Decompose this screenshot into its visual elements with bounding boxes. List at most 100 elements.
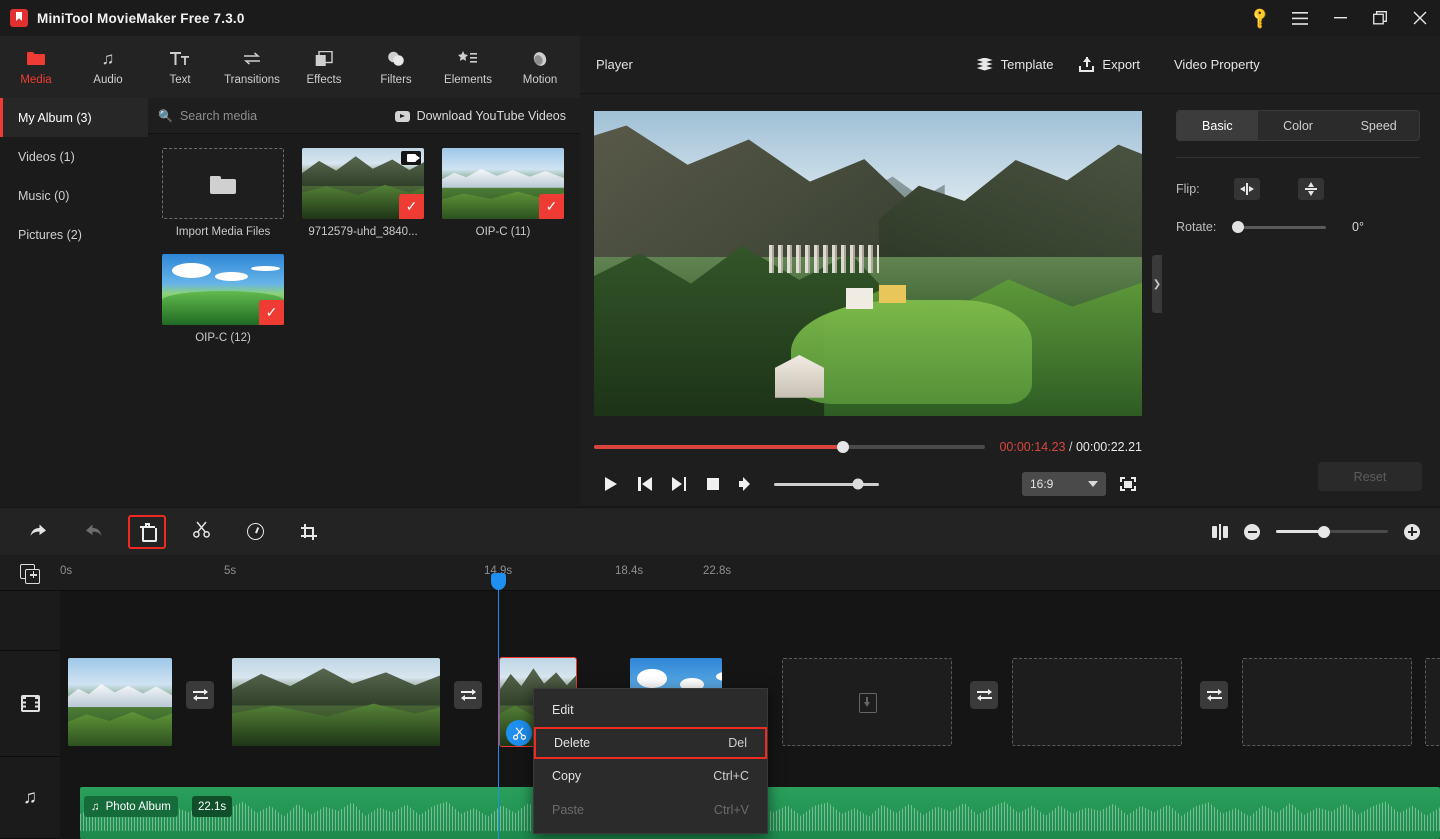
tab-motion[interactable]: Motion	[504, 36, 576, 98]
effects-icon	[315, 49, 333, 69]
context-menu-item-copy[interactable]: Copy Ctrl+C	[534, 759, 767, 793]
flip-horizontal-button[interactable]	[1234, 178, 1260, 200]
context-menu-item-delete[interactable]: Delete Del	[534, 727, 767, 759]
video-track-header[interactable]	[0, 651, 60, 757]
media-item-video[interactable]: ✓ 9712579-uhd_3840...	[302, 148, 424, 238]
split-button[interactable]	[182, 515, 220, 549]
export-button[interactable]: Export	[1079, 57, 1140, 72]
tab-color[interactable]: Color	[1258, 111, 1339, 140]
hamburger-menu-icon[interactable]	[1280, 0, 1320, 36]
aspect-ratio-select[interactable]: 16:9	[1022, 472, 1106, 496]
download-youtube-button[interactable]: Download YouTube Videos	[394, 98, 566, 134]
maximize-icon[interactable]	[1360, 0, 1400, 36]
tab-filters[interactable]: Filters	[360, 36, 432, 98]
undo-button[interactable]	[20, 515, 58, 549]
media-category-nav: My Album (3) Videos (1) Music (0) Pictur…	[0, 98, 148, 505]
zoom-out-icon[interactable]	[1244, 523, 1260, 540]
search-box[interactable]: 🔍	[158, 98, 380, 134]
delete-button[interactable]	[128, 514, 166, 549]
stop-button[interactable]	[696, 469, 730, 499]
minimize-icon[interactable]	[1320, 0, 1360, 36]
transition-button[interactable]	[454, 681, 482, 709]
clip-thumbnail	[232, 658, 440, 746]
panel-collapse-handle[interactable]: ❯	[1152, 255, 1162, 313]
nav-my-album[interactable]: My Album (3)	[0, 98, 148, 137]
media-item-import[interactable]: Import Media Files	[162, 148, 284, 238]
template-button[interactable]: Template	[976, 57, 1053, 72]
search-input[interactable]	[179, 109, 380, 123]
volume-handle[interactable]	[852, 478, 864, 490]
media-thumbnail[interactable]: ✓	[302, 148, 424, 219]
scissors-icon	[192, 521, 210, 543]
zoom-slider-handle[interactable]	[1318, 525, 1331, 538]
add-media-icon[interactable]	[20, 564, 40, 584]
nav-pictures[interactable]: Pictures (2)	[0, 215, 148, 254]
audio-clip-duration: 22.1s	[192, 796, 233, 817]
download-youtube-label: Download YouTube Videos	[416, 109, 566, 123]
video-property-panel: Video Property Basic Color Speed Flip: R…	[1156, 36, 1440, 505]
nav-videos[interactable]: Videos (1)	[0, 137, 148, 176]
timeline-placeholder[interactable]	[1012, 658, 1182, 746]
volume-slider[interactable]	[774, 478, 879, 490]
volume-button[interactable]	[730, 469, 764, 499]
tab-text[interactable]: Text	[144, 36, 216, 98]
rotate-slider[interactable]	[1232, 221, 1326, 233]
next-frame-button[interactable]	[662, 469, 696, 499]
timeline-playhead[interactable]	[491, 573, 506, 839]
timeline-placeholder[interactable]	[782, 658, 952, 746]
transition-button[interactable]	[186, 681, 214, 709]
timeline-placeholder[interactable]	[1242, 658, 1412, 746]
key-icon[interactable]: 🔑	[1240, 0, 1280, 36]
player-controls: 16:9	[580, 464, 1156, 504]
crop-button[interactable]	[290, 515, 328, 549]
zoom-slider[interactable]	[1276, 525, 1388, 538]
tab-basic[interactable]: Basic	[1177, 111, 1258, 140]
video-preview[interactable]	[594, 111, 1142, 416]
divider	[1176, 157, 1420, 158]
playhead-handle[interactable]	[491, 573, 506, 590]
audio-track-header[interactable]: ♫	[0, 757, 60, 839]
rotate-slider-handle[interactable]	[1232, 221, 1244, 233]
transition-button[interactable]	[970, 681, 998, 709]
close-icon[interactable]	[1400, 0, 1440, 36]
previous-frame-button[interactable]	[628, 469, 662, 499]
timeline-placeholder[interactable]	[1425, 658, 1440, 746]
timeline-clip[interactable]	[68, 658, 172, 746]
timeline-ruler[interactable]: 0s 5s 14.9s 18.4s 22.8s	[0, 555, 1440, 591]
media-item-oipc12[interactable]: ✓ OIP-C (12)	[162, 254, 284, 344]
play-button[interactable]	[594, 469, 628, 499]
media-thumbnail[interactable]: ✓	[442, 148, 564, 219]
split-badge-scissors-icon[interactable]	[506, 720, 532, 746]
flip-vertical-button[interactable]	[1298, 178, 1324, 200]
tab-elements[interactable]: Elements	[432, 36, 504, 98]
elements-icon	[458, 49, 478, 69]
title-bar: MiniTool MovieMaker Free 7.3.0 🔑	[0, 0, 1440, 36]
timeline-clip[interactable]	[232, 658, 440, 746]
tab-transitions[interactable]: Transitions	[216, 36, 288, 98]
player-panel: Player Template Export 00:00:14.23 / 00:…	[580, 36, 1156, 505]
transition-button[interactable]	[1200, 681, 1228, 709]
media-thumbnail[interactable]: ✓	[162, 254, 284, 325]
playback-seek-slider[interactable]	[594, 441, 986, 453]
speed-button[interactable]	[236, 515, 274, 549]
media-item-oipc11[interactable]: ✓ OIP-C (11)	[442, 148, 564, 238]
fullscreen-button[interactable]	[1114, 472, 1142, 496]
tab-effects[interactable]: Effects	[288, 36, 360, 98]
context-menu-item-edit[interactable]: Edit	[534, 693, 767, 727]
redo-button[interactable]	[74, 515, 112, 549]
import-media-dropzone[interactable]	[162, 148, 284, 219]
tab-speed[interactable]: Speed	[1338, 111, 1419, 140]
transition-icon	[242, 49, 262, 69]
menu-shortcut: Del	[728, 736, 747, 750]
tab-media[interactable]: Media	[0, 36, 72, 98]
menu-shortcut: Ctrl+C	[713, 769, 749, 783]
playback-seek-handle[interactable]	[836, 441, 849, 453]
zoom-in-icon[interactable]	[1404, 523, 1420, 540]
timeline-empty-track[interactable]	[60, 591, 1440, 651]
music-note-icon: ♫	[22, 787, 38, 808]
reset-button[interactable]: Reset	[1318, 462, 1422, 491]
nav-music[interactable]: Music (0)	[0, 176, 148, 215]
search-icon: 🔍	[158, 109, 173, 123]
fit-to-timeline-icon[interactable]	[1212, 523, 1228, 540]
tab-audio[interactable]: ♫ Audio	[72, 36, 144, 98]
